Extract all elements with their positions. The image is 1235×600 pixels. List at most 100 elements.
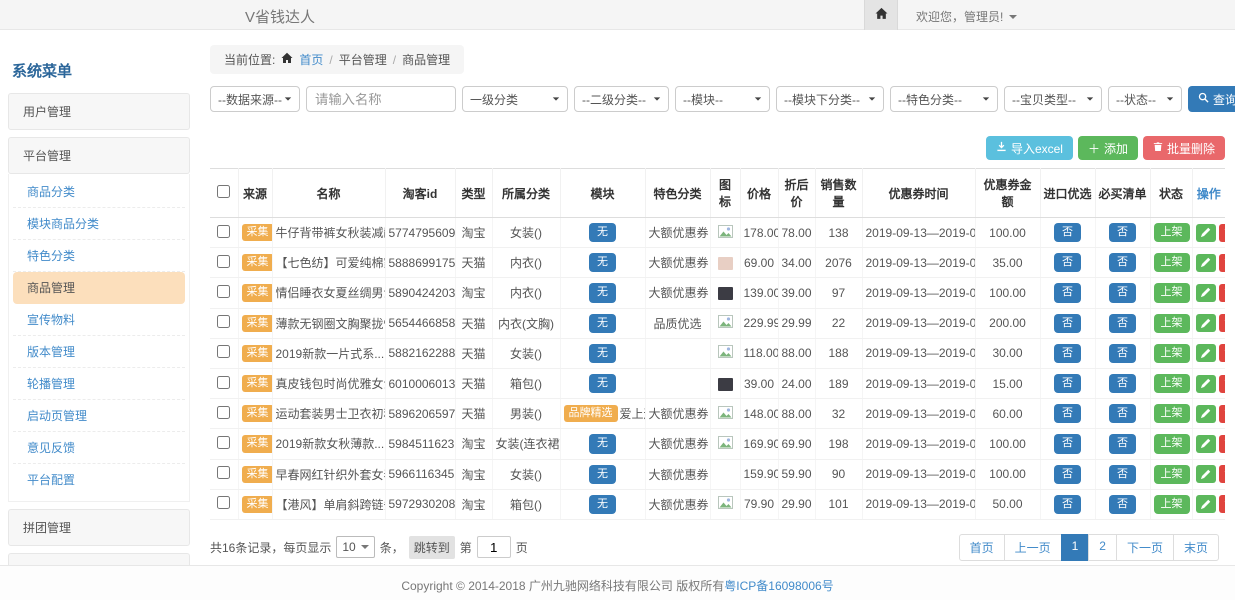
import-excel-button[interactable]: 导入excel (986, 136, 1073, 160)
delete-button[interactable] (1219, 254, 1226, 272)
breadcrumb-home-link[interactable]: 首页 (299, 51, 323, 68)
filter-level2-category-select[interactable]: --二级分类-- (574, 86, 669, 112)
must-buy-toggle[interactable]: 否 (1109, 374, 1136, 393)
sidebar-item-promo-material[interactable]: 宣传物料 (13, 304, 185, 336)
filter-level1-category-select[interactable]: 一级分类 (462, 86, 568, 112)
filter-data-source-select[interactable]: --数据来源-- (210, 86, 300, 112)
row-checkbox[interactable] (217, 436, 230, 449)
sidebar-item-product-management[interactable]: 商品管理 (13, 272, 185, 304)
delete-button[interactable] (1219, 314, 1226, 332)
sidebar-item-platform-config[interactable]: 平台配置 (13, 464, 185, 495)
delete-button[interactable] (1219, 344, 1226, 362)
row-checkbox[interactable] (217, 376, 230, 389)
import-pick-toggle[interactable]: 否 (1054, 374, 1081, 393)
edit-button[interactable] (1196, 435, 1216, 453)
status-toggle[interactable]: 上架 (1154, 374, 1190, 393)
status-toggle[interactable]: 上架 (1154, 253, 1190, 272)
query-button[interactable]: 查询 (1188, 86, 1235, 112)
filter-module-subcategory-select[interactable]: --模块下分类-- (776, 86, 884, 112)
add-button[interactable]: ＋ 添加 (1078, 136, 1138, 160)
row-checkbox[interactable] (217, 225, 230, 238)
status-toggle[interactable]: 上架 (1154, 495, 1190, 514)
must-buy-toggle[interactable]: 否 (1109, 495, 1136, 514)
status-toggle[interactable]: 上架 (1154, 314, 1190, 333)
status-toggle[interactable]: 上架 (1154, 344, 1190, 363)
sidebar-item-module-product-category[interactable]: 模块商品分类 (13, 208, 185, 240)
delete-button[interactable] (1219, 375, 1226, 393)
filter-module-select[interactable]: --模块-- (675, 86, 770, 112)
delete-button[interactable] (1219, 224, 1226, 242)
row-checkbox[interactable] (217, 255, 230, 268)
sidebar-item-version-management[interactable]: 版本管理 (13, 336, 185, 368)
user-menu[interactable]: 欢迎您，管理员! (916, 8, 1017, 25)
import-pick-toggle[interactable]: 否 (1054, 434, 1081, 453)
filter-item-type-select[interactable]: --宝贝类型-- (1004, 86, 1102, 112)
row-checkbox[interactable] (217, 345, 230, 358)
row-checkbox[interactable] (217, 315, 230, 328)
import-pick-toggle[interactable]: 否 (1054, 404, 1081, 423)
must-buy-toggle[interactable]: 否 (1109, 223, 1136, 242)
import-pick-toggle[interactable]: 否 (1054, 314, 1081, 333)
name-search-input[interactable] (306, 86, 456, 112)
sidebar-item-splash-management[interactable]: 启动页管理 (13, 400, 185, 432)
sidebar-group-platform[interactable]: 平台管理 (8, 137, 190, 174)
status-toggle[interactable]: 上架 (1154, 404, 1190, 423)
must-buy-toggle[interactable]: 否 (1109, 404, 1136, 423)
must-buy-toggle[interactable]: 否 (1109, 283, 1136, 302)
pager-first[interactable]: 首页 (959, 534, 1005, 561)
delete-button[interactable] (1219, 405, 1226, 423)
row-checkbox[interactable] (217, 466, 230, 479)
sidebar-group-groupbuy[interactable]: 拼团管理 (8, 509, 190, 546)
edit-button[interactable] (1196, 344, 1216, 362)
must-buy-toggle[interactable]: 否 (1109, 465, 1136, 484)
status-toggle[interactable]: 上架 (1154, 434, 1190, 453)
status-toggle[interactable]: 上架 (1154, 465, 1190, 484)
pager-prev[interactable]: 上一页 (1004, 534, 1062, 561)
edit-button[interactable] (1196, 314, 1216, 332)
pager-last[interactable]: 末页 (1173, 534, 1219, 561)
import-pick-toggle[interactable]: 否 (1054, 223, 1081, 242)
status-toggle[interactable]: 上架 (1154, 223, 1190, 242)
sidebar-item-product-category[interactable]: 商品分类 (13, 176, 185, 208)
sidebar-item-feature-category[interactable]: 特色分类 (13, 240, 185, 272)
pager-page-1[interactable]: 1 (1061, 534, 1090, 561)
sidebar-item-feedback[interactable]: 意见反馈 (13, 432, 185, 464)
jump-to-button[interactable]: 跳转到 (409, 536, 455, 559)
import-pick-toggle[interactable]: 否 (1054, 253, 1081, 272)
sidebar-group-users[interactable]: 用户管理 (8, 93, 190, 130)
select-all-checkbox[interactable] (217, 185, 230, 198)
row-checkbox[interactable] (217, 406, 230, 419)
must-buy-toggle[interactable]: 否 (1109, 344, 1136, 363)
must-buy-toggle[interactable]: 否 (1109, 253, 1136, 272)
edit-button[interactable] (1196, 284, 1216, 302)
import-pick-toggle[interactable]: 否 (1054, 465, 1081, 484)
edit-button[interactable] (1196, 375, 1216, 393)
delete-button[interactable] (1219, 495, 1226, 513)
must-buy-toggle[interactable]: 否 (1109, 314, 1136, 333)
edit-button[interactable] (1196, 495, 1216, 513)
home-button[interactable] (864, 0, 898, 30)
page-size-select[interactable]: 10 (336, 536, 374, 558)
sidebar-item-carousel-management[interactable]: 轮播管理 (13, 368, 185, 400)
jump-page-input[interactable] (477, 536, 511, 558)
filter-feature-category-select[interactable]: --特色分类-- (890, 86, 998, 112)
must-buy-toggle[interactable]: 否 (1109, 434, 1136, 453)
row-checkbox[interactable] (217, 285, 230, 298)
edit-button[interactable] (1196, 254, 1216, 272)
row-checkbox[interactable] (217, 496, 230, 509)
delete-button[interactable] (1219, 465, 1226, 483)
edit-button[interactable] (1196, 405, 1216, 423)
import-pick-toggle[interactable]: 否 (1054, 283, 1081, 302)
delete-button[interactable] (1219, 284, 1226, 302)
pager-next[interactable]: 下一页 (1116, 534, 1174, 561)
edit-button[interactable] (1196, 465, 1216, 483)
pager-page-2[interactable]: 2 (1088, 534, 1117, 561)
edit-button[interactable] (1196, 224, 1216, 242)
import-pick-toggle[interactable]: 否 (1054, 495, 1081, 514)
batch-delete-button[interactable]: 批量删除 (1143, 136, 1225, 160)
delete-button[interactable] (1219, 435, 1226, 453)
status-toggle[interactable]: 上架 (1154, 283, 1190, 302)
icp-link[interactable]: 粤ICP备16098006号 (724, 579, 833, 593)
filter-status-select[interactable]: --状态-- (1108, 86, 1182, 112)
import-pick-toggle[interactable]: 否 (1054, 344, 1081, 363)
